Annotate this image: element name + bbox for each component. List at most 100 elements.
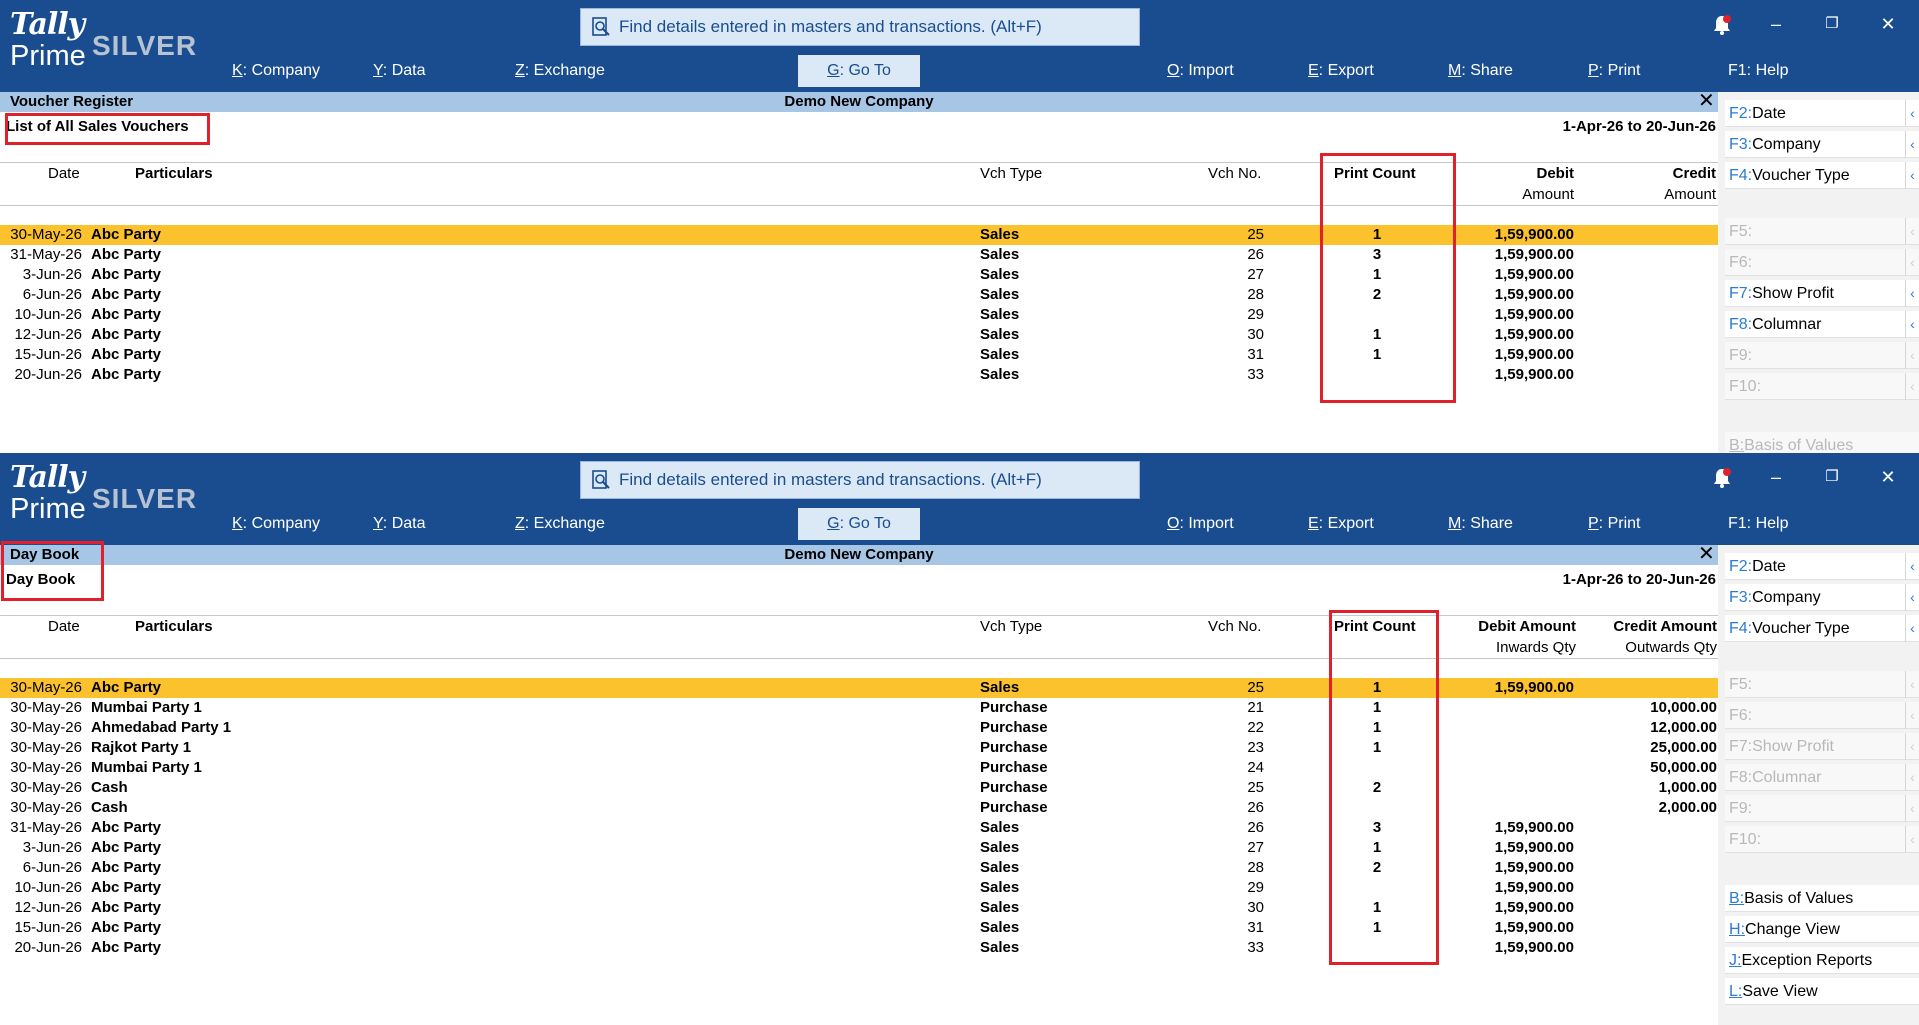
notification-bell-icon[interactable]: [1712, 14, 1732, 36]
menu-export[interactable]: E: Export: [1308, 511, 1374, 537]
col-debit-sub: Amount: [1522, 186, 1574, 203]
side-button-key: B: [1729, 890, 1740, 907]
col-vch-type: Vch Type: [980, 618, 1043, 635]
close-report-icon[interactable]: ✕: [1698, 91, 1715, 111]
chevron-left-icon[interactable]: ‹: [1905, 131, 1919, 158]
highlight-box-print-count: [1329, 610, 1439, 965]
table-row[interactable]: 12-Jun-26 Abc Party Sales 30 1 1,59,900.00: [0, 898, 1718, 918]
restore-button[interactable]: ❐: [1820, 465, 1844, 489]
side-button-f3-company[interactable]: F3:Company ‹: [1725, 584, 1919, 611]
tally-logo: Tally Prime: [10, 461, 88, 533]
table-row[interactable]: 6-Jun-26 Abc Party Sales 28 2 1,59,900.00: [0, 858, 1718, 878]
side-button-b-basis-of-values[interactable]: B:Basis of Values: [1725, 885, 1919, 912]
side-button-separator: :: [1747, 676, 1753, 693]
table-row[interactable]: 15-Jun-26 Abc Party Sales 31 1 1,59,900.00: [0, 918, 1718, 938]
side-button-f3-company[interactable]: F3:Company ‹: [1725, 131, 1919, 158]
chevron-left-icon[interactable]: ‹: [1905, 311, 1919, 338]
table-row[interactable]: 30-May-26 Mumbai Party 1 Purchase 21 1 10,000…: [0, 698, 1718, 718]
menu-help[interactable]: F1: Help: [1728, 58, 1788, 84]
chevron-left-icon[interactable]: ‹: [1905, 584, 1919, 611]
col-date: Date: [48, 618, 80, 635]
chevron-left-icon: ‹: [1905, 795, 1919, 822]
menu-import[interactable]: O: Import: [1167, 511, 1234, 537]
menu-print[interactable]: P: Print: [1588, 58, 1640, 84]
table-row[interactable]: 20-Jun-26 Abc Party Sales 33 1,59,900.00: [0, 365, 1718, 385]
menu-exchange[interactable]: Z: Exchange: [515, 511, 605, 537]
side-button-f2-date[interactable]: F2:Date ‹: [1725, 100, 1919, 127]
side-button-label: Date: [1752, 558, 1786, 575]
side-button-separator: :: [1756, 831, 1762, 848]
table-row[interactable]: 15-Jun-26 Abc Party Sales 31 1 1,59,900.00: [0, 345, 1718, 365]
side-button-j-exception-reports[interactable]: J:Exception Reports: [1725, 947, 1919, 974]
side-button-f4-voucher-type[interactable]: F4:Voucher Type ‹: [1725, 162, 1919, 189]
side-button-key: F5: [1729, 676, 1748, 693]
table-row[interactable]: 31-May-26 Abc Party Sales 26 3 1,59,900.00: [0, 245, 1718, 265]
table-row[interactable]: 3-Jun-26 Abc Party Sales 27 1 1,59,900.00: [0, 838, 1718, 858]
side-button-f4-voucher-type[interactable]: F4:Voucher Type ‹: [1725, 615, 1919, 642]
side-button-key: F8: [1729, 316, 1748, 333]
side-button-f7-show-profit[interactable]: F7:Show Profit ‹: [1725, 280, 1919, 307]
side-button-key: F3: [1729, 589, 1748, 606]
search-box[interactable]: Find details entered in masters and tran…: [580, 461, 1140, 499]
table-row[interactable]: 12-Jun-26 Abc Party Sales 30 1 1,59,900.00: [0, 325, 1718, 345]
notification-bell-icon[interactable]: [1712, 467, 1732, 489]
report-period[interactable]: 1-Apr-26 to 20-Jun-26: [1563, 118, 1716, 135]
side-button-label: Exception Reports: [1741, 952, 1873, 969]
chevron-left-icon[interactable]: ‹: [1905, 553, 1919, 580]
table-row[interactable]: 30-May-26 Rajkot Party 1 Purchase 23 1 25,000…: [0, 738, 1718, 758]
minimize-button[interactable]: –: [1764, 12, 1788, 36]
side-button-l-save-view[interactable]: L:Save View: [1725, 978, 1919, 1005]
close-report-icon[interactable]: ✕: [1698, 544, 1715, 564]
chevron-left-icon: ‹: [1905, 826, 1919, 853]
side-button-key: F9: [1729, 347, 1748, 364]
chevron-left-icon[interactable]: ‹: [1905, 100, 1919, 127]
menu-share[interactable]: M: Share: [1448, 58, 1513, 84]
menu-company[interactable]: K: Company: [232, 58, 320, 84]
table-row[interactable]: 10-Jun-26 Abc Party Sales 29 1,59,900.00: [0, 305, 1718, 325]
menu-print[interactable]: P: Print: [1588, 511, 1640, 537]
chevron-left-icon[interactable]: ‹: [1905, 162, 1919, 189]
menu-label: Import: [1188, 515, 1234, 532]
menu-import[interactable]: O: Import: [1167, 58, 1234, 84]
table-row[interactable]: 10-Jun-26 Abc Party Sales 29 1,59,900.00: [0, 878, 1718, 898]
close-button[interactable]: ✕: [1876, 12, 1900, 36]
chevron-left-icon[interactable]: ‹: [1905, 280, 1919, 307]
logo-prime-text: Prime: [10, 40, 86, 72]
side-button-key: F2: [1729, 558, 1748, 575]
menu-label: Help: [1755, 62, 1789, 79]
table-row[interactable]: 30-May-26 Cash Purchase 25 2 1,000.00: [0, 778, 1718, 798]
table-row[interactable]: 30-May-26 Cash Purchase 26 2,000.00: [0, 798, 1718, 818]
side-button-h-change-view[interactable]: H:Change View: [1725, 916, 1919, 943]
close-button[interactable]: ✕: [1876, 465, 1900, 489]
menu-go-to[interactable]: G: Go To: [798, 55, 920, 87]
side-button-label: Show Profit: [1752, 738, 1834, 755]
menu-share[interactable]: M: Share: [1448, 511, 1513, 537]
table-row[interactable]: 30-May-26 Mumbai Party 1 Purchase 24 50,000.…: [0, 758, 1718, 778]
menu-key: E: [1308, 515, 1319, 532]
menu-data[interactable]: Y: Data: [373, 58, 425, 84]
table-row[interactable]: 30-May-26 Abc Party Sales 25 1 1,59,900.00: [0, 225, 1718, 245]
table-row[interactable]: 30-May-26 Ahmedabad Party 1 Purchase 22 1 12,…: [0, 718, 1718, 738]
table-row[interactable]: 20-Jun-26 Abc Party Sales 33 1,59,900.00: [0, 938, 1718, 958]
restore-button[interactable]: ❐: [1820, 12, 1844, 36]
chevron-left-icon[interactable]: ‹: [1905, 615, 1919, 642]
menu-exchange[interactable]: Z: Exchange: [515, 58, 605, 84]
side-button-f2-date[interactable]: F2:Date ‹: [1725, 553, 1919, 580]
table-row[interactable]: 30-May-26 Abc Party Sales 25 1 1,59,900.00: [0, 678, 1718, 698]
menu-company[interactable]: K: Company: [232, 511, 320, 537]
side-button-key: J: [1729, 952, 1737, 969]
menu-export[interactable]: E: Export: [1308, 58, 1374, 84]
report-period[interactable]: 1-Apr-26 to 20-Jun-26: [1563, 571, 1716, 588]
menu-go-to[interactable]: G: Go To: [798, 508, 920, 540]
menu-help[interactable]: F1: Help: [1728, 511, 1788, 537]
table-row[interactable]: 6-Jun-26 Abc Party Sales 28 2 1,59,900.00: [0, 285, 1718, 305]
menu-data[interactable]: Y: Data: [373, 511, 425, 537]
minimize-button[interactable]: –: [1764, 465, 1788, 489]
report-title-bar: Voucher Register Demo New Company ✕: [0, 91, 1718, 112]
menu-key: Y: [373, 515, 383, 532]
search-box[interactable]: Find details entered in masters and tran…: [580, 8, 1140, 46]
side-button-f8-columnar[interactable]: F8:Columnar ‹: [1725, 311, 1919, 338]
table-row[interactable]: 31-May-26 Abc Party Sales 26 3 1,59,900.00: [0, 818, 1718, 838]
table-row[interactable]: 3-Jun-26 Abc Party Sales 27 1 1,59,900.00: [0, 265, 1718, 285]
side-button-f10: F10: ‹: [1725, 373, 1919, 400]
